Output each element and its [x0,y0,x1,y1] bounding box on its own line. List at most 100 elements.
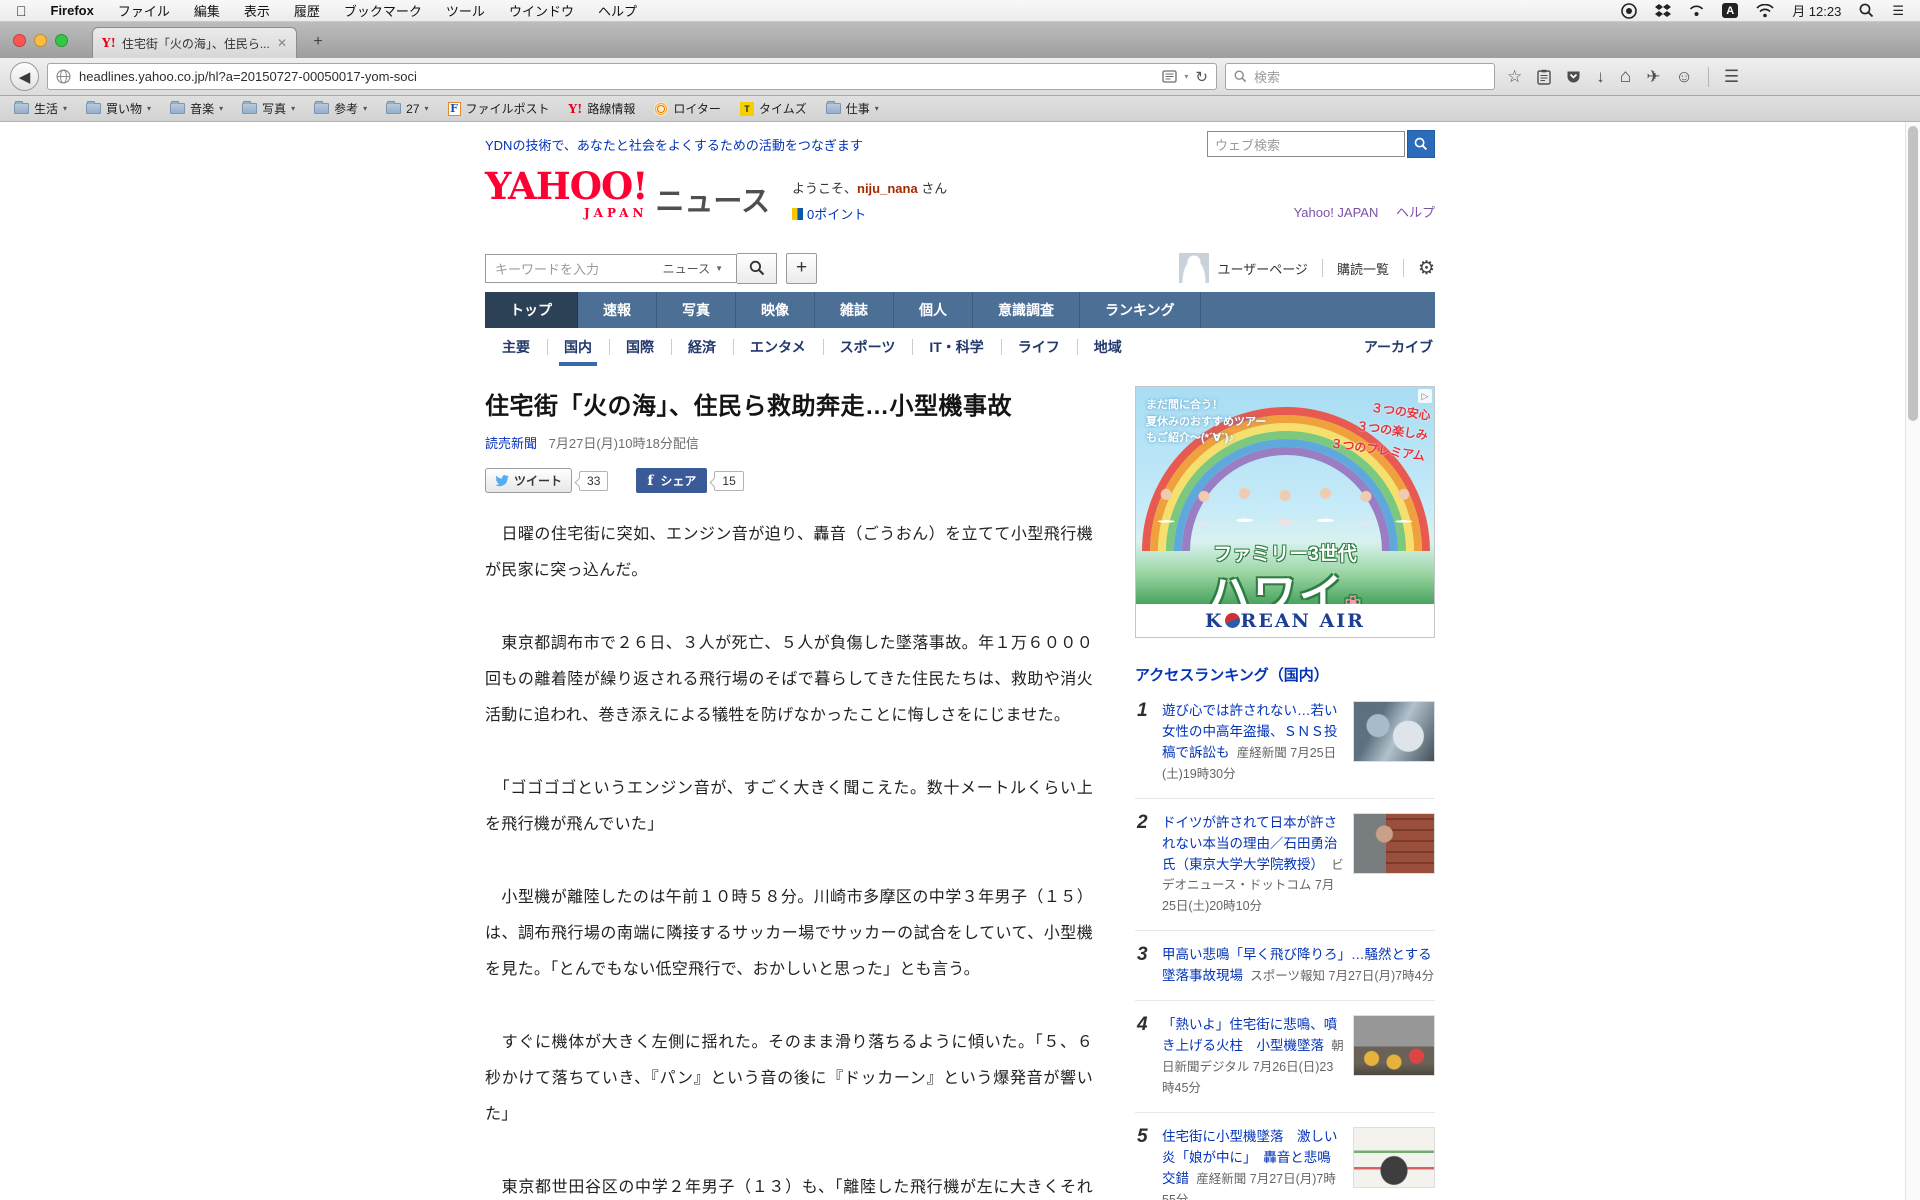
tab-flash[interactable]: 速報 [578,292,657,328]
source-link[interactable]: 読売新聞 [485,436,537,451]
bookmark-transit[interactable]: Y!路線情報 [569,100,636,117]
menu-hamburger-icon[interactable]: ☰ [1724,67,1739,87]
help-link[interactable]: ヘルプ [1396,205,1435,220]
ranking-link[interactable]: 「熱いよ」住宅街に悲鳴、噴き上げる火柱 小型機墜落 [1162,1017,1337,1053]
ranking-thumbnail[interactable] [1353,813,1435,874]
share-icon[interactable]: ✈ [1646,67,1660,87]
web-search-button[interactable] [1407,130,1435,158]
bookmark-star-icon[interactable]: ☆ [1507,67,1522,87]
yahoo-japan-logo[interactable]: YAHOO! JAPAN [485,168,647,219]
clipboard-icon[interactable] [1537,69,1551,85]
bookmark-folder-music[interactable]: 音楽▾ [170,100,223,117]
bookmark-folder-life[interactable]: 生活▾ [14,100,67,117]
gear-icon[interactable]: ⚙ [1418,257,1435,280]
menubar-clock[interactable]: 月 12:23 [1792,1,1841,20]
pocket-icon[interactable] [1566,69,1581,84]
tab-poll[interactable]: 意識調査 [973,292,1080,328]
apple-icon[interactable]:  [16,3,27,19]
menu-edit[interactable]: 編集 [194,1,220,20]
tab-magazine[interactable]: 雑誌 [815,292,894,328]
tab-close-icon[interactable]: ✕ [277,36,287,50]
spotlight-icon[interactable] [1859,3,1874,18]
yahoo-japan-link[interactable]: Yahoo! JAPAN [1294,205,1379,220]
subnav-world[interactable]: 国際 [609,328,671,366]
close-window-button[interactable] [13,34,26,47]
korean-air-ad-banner[interactable]: まだ間に合う！ 夏休みのおすすめツアー もご紹介～(*´∀`)♪ ３つの安心 ３… [1135,386,1435,638]
menu-tools[interactable]: ツール [446,1,485,20]
points-link[interactable]: 0ポイント [807,204,866,223]
menubar-app-name[interactable]: Firefox [51,3,94,18]
menu-history[interactable]: 履歴 [294,1,320,20]
creative-cloud-icon[interactable] [1621,3,1637,19]
archive-link[interactable]: アーカイブ [1364,337,1433,357]
share-count[interactable]: 15 [714,471,743,491]
ranking-title[interactable]: アクセスランキング（国内） [1135,664,1435,685]
facebook-share-button[interactable]: f シェア [636,468,707,493]
keyword-search-input[interactable]: キーワードを入力 ニュース ▼ [485,254,737,283]
bookmark-folder-27[interactable]: 27▾ [386,102,428,116]
news-search-button[interactable] [737,253,777,284]
url-dropdown-icon[interactable]: ▾ [1184,72,1188,81]
avatar[interactable] [1179,253,1209,283]
bookmark-folder-reference[interactable]: 参考▾ [314,100,367,117]
ranking-link[interactable]: ドイツが許されて日本が許されない本当の理由／石田勇治氏（東京大学大学院教授） [1162,815,1338,872]
bookmark-reuters[interactable]: ロイター [654,100,721,117]
minimize-window-button[interactable] [34,34,47,47]
subnav-local[interactable]: 地域 [1077,328,1139,366]
home-icon[interactable]: ⌂ [1620,66,1631,88]
subnav-sports[interactable]: スポーツ [823,328,913,366]
subscription-link[interactable]: 購読一覧 [1337,259,1389,278]
downloads-icon[interactable]: ↓ [1596,67,1605,87]
dropbox-icon[interactable] [1655,3,1671,18]
tweet-button[interactable]: ツイート [485,468,572,493]
notification-center-icon[interactable]: ☰ [1892,3,1904,19]
menu-help[interactable]: ヘルプ [598,1,637,20]
menu-bookmarks[interactable]: ブックマーク [344,1,422,20]
ydn-promo-link[interactable]: YDNの技術で、あなたと社会をよくするための活動をつなぎます [485,138,863,153]
tweet-count[interactable]: 33 [579,471,608,491]
tab-video[interactable]: 映像 [736,292,815,328]
reload-icon[interactable]: ↻ [1195,68,1208,86]
browser-search-field[interactable]: 検索 [1225,63,1495,90]
user-page-link[interactable]: ユーザーページ [1217,259,1307,278]
adchoices-icon[interactable]: ▷ [1418,389,1432,403]
ranking-thumbnail[interactable] [1353,1015,1435,1076]
back-button[interactable]: ◀ [10,62,39,91]
bookmark-filepost[interactable]: Fファイルポスト [448,100,550,117]
browser-tab[interactable]: Y! 住宅街「火の海」、住民ら... ✕ [92,27,297,58]
url-bar[interactable]: headlines.yahoo.co.jp/hl?a=20150727-0005… [47,63,1217,90]
scrollbar[interactable] [1905,122,1920,1200]
menu-window[interactable]: ウインドウ [509,1,574,20]
menu-file[interactable]: ファイル [118,1,170,20]
add-button[interactable]: + [786,253,817,284]
new-tab-button[interactable]: + [305,30,331,54]
bookmark-times[interactable]: Tタイムズ [740,100,807,117]
wifi-icon[interactable] [1756,4,1774,18]
tab-photo[interactable]: 写真 [657,292,736,328]
subnav-it-science[interactable]: IT・科学 [912,328,1000,366]
menu-view[interactable]: 表示 [244,1,270,20]
subnav-domestic[interactable]: 国内 [547,328,609,366]
input-source-icon[interactable]: A [1722,3,1738,18]
tab-top[interactable]: トップ [485,292,578,328]
search-category-dropdown[interactable]: ニュース ▼ [663,260,727,277]
tab-ranking[interactable]: ランキング [1080,292,1201,328]
bookmark-folder-photo[interactable]: 写真▾ [242,100,295,117]
web-search-input[interactable]: ウェブ検索 [1207,131,1405,157]
subnav-main[interactable]: 主要 [485,328,547,366]
bookmark-folder-shopping[interactable]: 買い物▾ [86,100,151,117]
reader-mode-icon[interactable] [1162,70,1177,83]
subnav-life[interactable]: ライフ [1001,328,1077,366]
ranking-thumbnail[interactable] [1353,1127,1435,1188]
subnav-entertainment[interactable]: エンタメ [733,328,823,366]
tab-personal[interactable]: 個人 [894,292,973,328]
filepost-icon: F [448,102,461,116]
subnav-economy[interactable]: 経済 [671,328,733,366]
scrollbar-thumb[interactable] [1908,126,1918,421]
url-text[interactable]: headlines.yahoo.co.jp/hl?a=20150727-0005… [79,69,1154,84]
zoom-window-button[interactable] [55,34,68,47]
airport-icon[interactable] [1689,4,1704,17]
ranking-thumbnail[interactable] [1353,701,1435,762]
bookmark-folder-work[interactable]: 仕事▾ [826,100,879,117]
feedback-smiley-icon[interactable]: ☺ [1675,67,1692,87]
